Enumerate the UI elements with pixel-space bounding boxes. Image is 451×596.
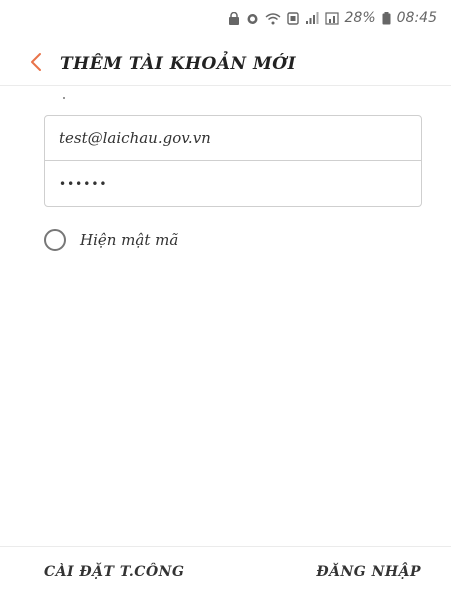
lock-icon <box>228 11 240 25</box>
page-title: THÊM TÀI KHOẢN MỚI <box>60 53 297 74</box>
status-bar: 28% 08:45 <box>0 0 451 36</box>
back-button[interactable] <box>16 42 56 86</box>
footer-bar: CÀI ĐẶT T.CÔNG ĐĂNG NHẬP <box>0 546 451 596</box>
email-field[interactable]: test@laichau.gov.vn <box>45 116 421 161</box>
app-bar: THÊM TÀI KHOẢN MỚI <box>0 42 451 86</box>
login-form: test@laichau.gov.vn •••••• <box>44 115 422 207</box>
decorative-dot <box>63 97 65 99</box>
nfc-icon <box>286 11 299 25</box>
login-button[interactable]: ĐĂNG NHẬP <box>316 564 421 580</box>
signal-icon <box>305 11 319 25</box>
status-time: 08:45 <box>396 10 437 26</box>
manual-setup-button[interactable]: CÀI ĐẶT T.CÔNG <box>44 564 184 580</box>
signal-box-icon <box>324 11 339 25</box>
show-password-radio[interactable] <box>44 229 66 251</box>
battery-icon <box>382 11 391 25</box>
wifi-icon <box>265 12 281 25</box>
show-password-label: Hiện mật mã <box>80 231 179 249</box>
chevron-left-icon <box>30 52 42 76</box>
battery-percent: 28% <box>344 10 376 26</box>
alarm-icon <box>246 12 259 25</box>
show-password-option[interactable]: Hiện mật mã <box>44 226 178 254</box>
password-field[interactable]: •••••• <box>45 161 421 206</box>
